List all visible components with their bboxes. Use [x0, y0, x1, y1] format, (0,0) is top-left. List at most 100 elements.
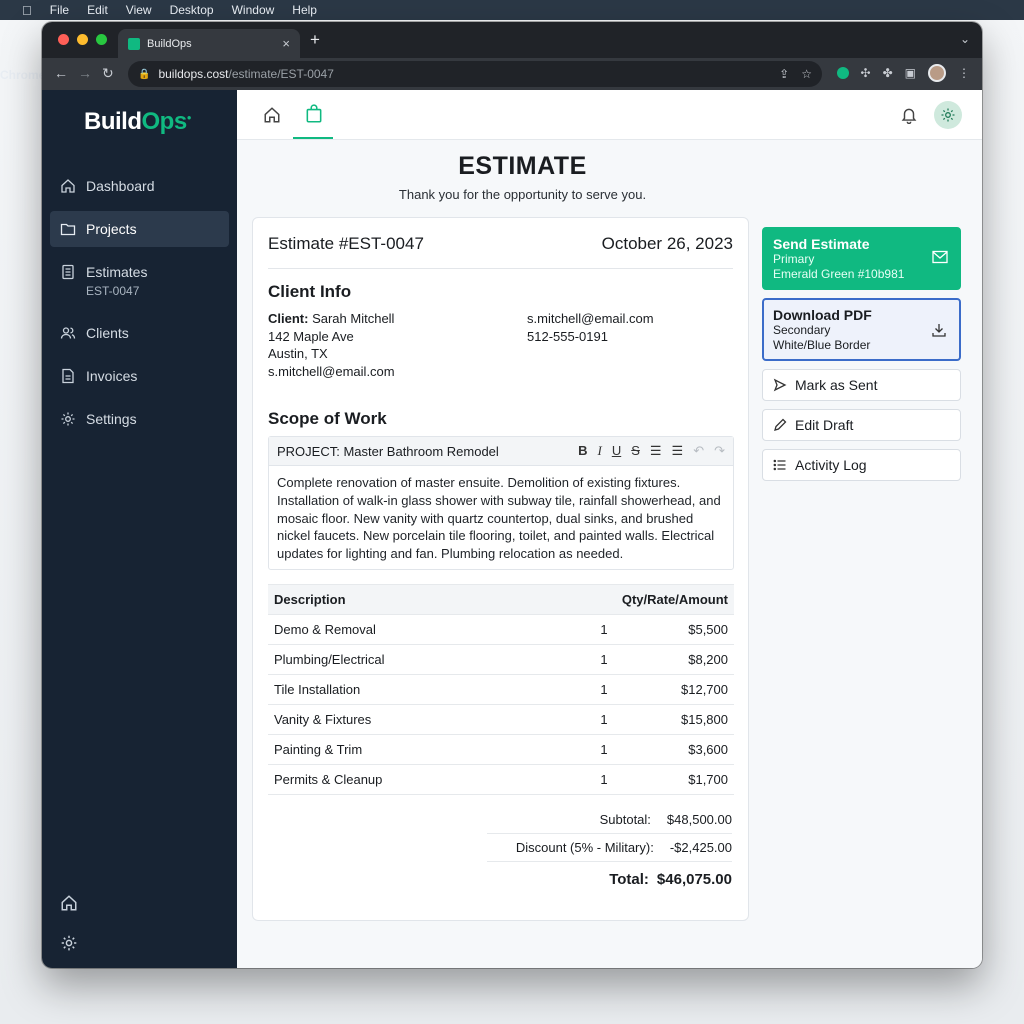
estimate-date: October 26, 2023 [601, 234, 733, 253]
shopping-bag-icon[interactable] [305, 104, 323, 124]
menu-file[interactable]: File [50, 3, 69, 17]
logo-ops-text: Ops [141, 108, 188, 135]
sidebar-item-estimates[interactable]: Estimates EST-0047 [50, 254, 229, 308]
envelope-icon [932, 250, 948, 264]
browser-tab[interactable]: BuildOps × [118, 29, 300, 58]
sidebar-item-settings[interactable]: Settings [50, 401, 229, 437]
menu-desktop[interactable]: Desktop [170, 3, 214, 17]
pencil-icon [774, 418, 787, 431]
mark-as-sent-label: Mark as Sent [795, 377, 878, 393]
browser-window: BuildOps × + ⌄ ← → ↻ 🔒 buildops.cost / est… [42, 22, 982, 968]
estimate-header: Estimate #EST-0047 October 26, 2023 [268, 234, 733, 269]
item-amount: $12,700 [644, 674, 734, 705]
scope-text[interactable]: Complete renovation of master ensuite. D… [269, 466, 733, 571]
scope-editor[interactable]: PROJECT: Master Bathroom Remodel B I U S… [268, 436, 734, 570]
table-row: Tile Installation 1 $12,700 [268, 674, 734, 705]
estimate-card: Estimate #EST-0047 October 26, 2023 Clie… [252, 217, 749, 921]
extension-green-icon[interactable] [836, 67, 849, 79]
strikethrough-icon[interactable]: S [631, 443, 640, 459]
item-amount: $1,700 [644, 764, 734, 795]
send-estimate-sub1: Primary [773, 252, 815, 266]
sidebar-item-clients[interactable]: Clients [50, 315, 229, 351]
macos-menubar:  Chrome File Edit View Desktop Window H… [0, 0, 1024, 82]
ordered-list-icon[interactable]: ☰ [650, 443, 662, 459]
maximize-window-button[interactable] [96, 34, 107, 45]
subtotal-row: Subtotal: $48,500.00 [487, 806, 732, 834]
home-icon[interactable] [60, 894, 78, 912]
total-row: Total: $46,075.00 [487, 862, 732, 896]
menu-help[interactable]: Help [292, 3, 317, 17]
settings-avatar-button[interactable] [934, 101, 962, 129]
item-qty: 1 [564, 674, 644, 705]
bell-icon[interactable] [900, 106, 918, 124]
home-icon[interactable] [263, 106, 281, 124]
browser-menu-icon[interactable]: ⋮ [958, 66, 970, 80]
sidebar-item-sublabel: EST-0047 [86, 284, 140, 298]
bookmark-star-icon[interactable]: ☆ [801, 67, 812, 81]
tab-strip: BuildOps × + ⌄ [42, 22, 982, 58]
sidebar-item-dashboard[interactable]: Dashboard [50, 168, 229, 204]
item-description: Demo & Removal [268, 614, 564, 645]
lock-icon: 🔒 [138, 68, 151, 80]
item-qty: 1 [564, 764, 644, 795]
description-header: Description [268, 584, 564, 615]
share-icon[interactable]: ⇪ [779, 67, 789, 81]
table-row: Vanity & Fixtures 1 $15,800 [268, 704, 734, 735]
edit-draft-button[interactable]: Edit Draft [762, 409, 961, 441]
home-icon [61, 179, 75, 193]
reload-icon[interactable]: ↻ [102, 65, 114, 82]
client-details: Client: Sarah Mitchell 142 Maple Ave Aus… [268, 310, 395, 380]
gear-icon[interactable] [60, 934, 78, 952]
minimize-window-button[interactable] [77, 34, 88, 45]
actions-panel: Send Estimate Primary Emerald Green #10b… [762, 227, 961, 489]
users-icon [60, 327, 76, 339]
menu-window[interactable]: Window [232, 3, 275, 17]
extension-puzzle-icon[interactable]: ✣ [861, 66, 871, 80]
sidebar-nav: Dashboard Projects Estimates EST-0047 Cl… [50, 168, 229, 444]
menu-view[interactable]: View [126, 3, 152, 17]
sidepanel-icon[interactable]: ▣ [905, 66, 916, 80]
menu-edit[interactable]: Edit [87, 3, 108, 17]
item-amount: $3,600 [644, 734, 734, 765]
italic-icon[interactable]: I [597, 443, 601, 459]
address-bar[interactable]: 🔒 buildops.cost / estimate/EST-0047 ⇪ ☆ [128, 61, 822, 87]
apple-icon[interactable]:  [22, 3, 32, 18]
client-contact: s.mitchell@email.com 512-555-0191 [527, 310, 654, 345]
undo-icon[interactable]: ↶ [693, 443, 704, 459]
close-window-button[interactable] [58, 34, 69, 45]
table-row: Permits & Cleanup 1 $1,700 [268, 764, 734, 795]
subtotal-value: $48,500.00 [666, 812, 732, 827]
totals-block: Subtotal: $48,500.00 Discount (5% - Mili… [487, 806, 732, 896]
buildops-logo[interactable]: BuildOps● [84, 108, 192, 136]
mark-as-sent-button[interactable]: Mark as Sent [762, 369, 961, 401]
download-pdf-button[interactable]: Download PDF Secondary White/Blue Border [762, 298, 961, 361]
bold-icon[interactable]: B [578, 443, 587, 459]
bullet-list-icon[interactable]: ☰ [672, 443, 684, 459]
send-estimate-sub2: Emerald Green #10b981 [773, 267, 905, 281]
top-nav [237, 90, 982, 140]
back-icon[interactable]: ← [54, 65, 68, 81]
activity-log-button[interactable]: Activity Log [762, 449, 961, 481]
list-icon [773, 459, 786, 471]
extensions-icon[interactable]: ✤ [883, 66, 893, 80]
client-email-secondary: s.mitchell@email.com [527, 311, 654, 326]
app-container: BuildOps● Dashboard Projects Estimates E… [42, 90, 982, 968]
new-tab-icon[interactable]: + [310, 30, 320, 50]
item-description: Tile Installation [268, 674, 564, 705]
tab-search-chevron-icon[interactable]: ⌄ [960, 32, 970, 46]
redo-icon[interactable]: ↷ [714, 443, 725, 459]
forward-icon[interactable]: → [78, 65, 92, 81]
sidebar-item-invoices[interactable]: Invoices [50, 358, 229, 394]
tab-close-icon[interactable]: × [282, 36, 290, 51]
sidebar: BuildOps● Dashboard Projects Estimates E… [42, 90, 237, 968]
table-row: Demo & Removal 1 $5,500 [268, 614, 734, 645]
main-content: ESTIMATE Thank you for the opportunity t… [237, 90, 982, 968]
profile-avatar[interactable] [928, 64, 946, 82]
underline-icon[interactable]: U [612, 443, 621, 459]
item-qty: 1 [564, 644, 644, 675]
table-header-row: Description Qty/Rate/Amount [268, 584, 734, 615]
send-estimate-label: Send Estimate [773, 236, 870, 252]
tab-title: BuildOps [147, 37, 192, 50]
sidebar-item-projects[interactable]: Projects [50, 211, 229, 247]
send-estimate-button[interactable]: Send Estimate Primary Emerald Green #10b… [762, 227, 961, 290]
